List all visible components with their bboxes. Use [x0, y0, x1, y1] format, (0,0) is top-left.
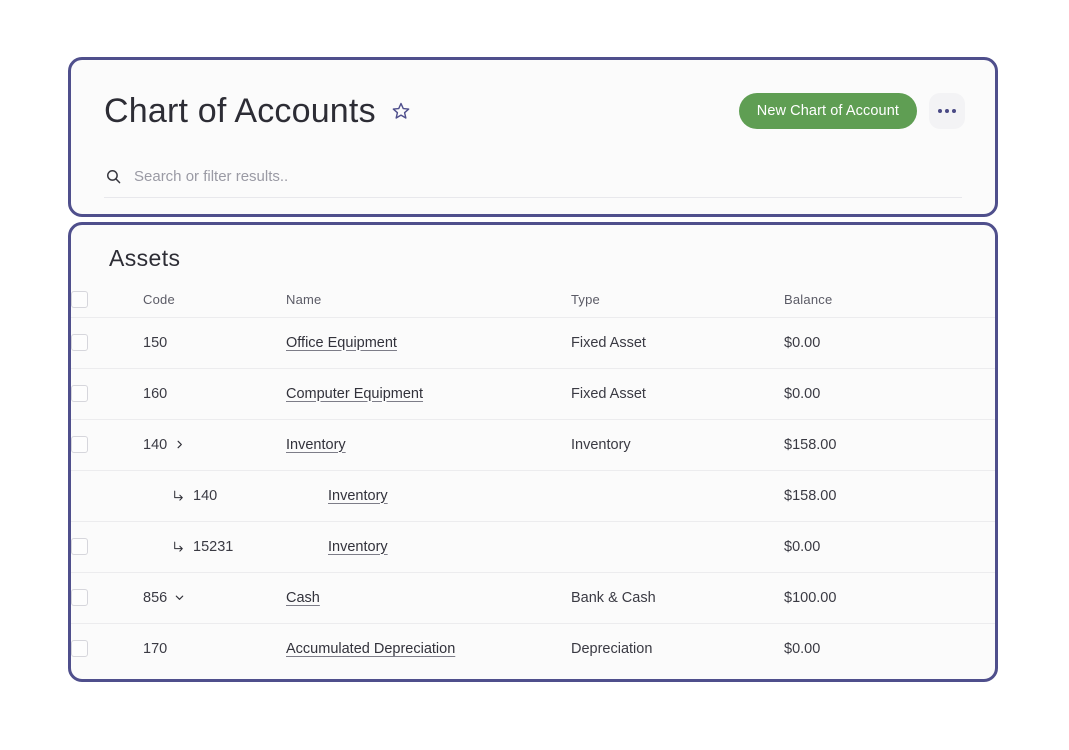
table-row[interactable]: 160 Computer Equipment Fixed Asset $0.00 — [71, 368, 995, 419]
code-value: 160 — [143, 385, 168, 402]
type-cell: Bank & Cash — [571, 589, 656, 606]
name-cell: Inventory — [286, 419, 571, 470]
table-row[interactable]: 150 Office Equipment Fixed Asset $0.00 — [71, 317, 995, 368]
code-value: 15231 — [193, 538, 234, 555]
select-all-checkbox[interactable] — [71, 291, 88, 309]
balance-cell: $158.00 — [784, 487, 837, 504]
select-all-cell — [71, 283, 143, 317]
row-checkbox[interactable] — [71, 640, 88, 658]
code-cell: 160 — [143, 368, 286, 419]
table-row[interactable]: 856 Cash Bank & Cash $100.00 — [71, 572, 995, 623]
code-value-wrap: 140 — [143, 488, 286, 504]
account-name-link[interactable]: Cash — [286, 590, 320, 606]
type-cell: Fixed Asset — [571, 385, 646, 402]
row-select-cell — [71, 368, 143, 419]
code-cell: 150 — [143, 317, 286, 368]
code-cell: 140 — [143, 470, 286, 521]
balance-cell: $0.00 — [784, 640, 821, 657]
search-input[interactable] — [134, 168, 962, 185]
subaccount-arrow-icon — [171, 540, 185, 554]
name-cell: Office Equipment — [286, 317, 571, 368]
code-value-wrap: 170 — [143, 641, 286, 657]
type-cell — [571, 470, 784, 521]
code-value-wrap: 15231 — [143, 539, 286, 555]
code-value-wrap: 150 — [143, 335, 286, 351]
more-dot — [945, 109, 949, 113]
account-name-link[interactable]: Inventory — [328, 488, 388, 504]
code-cell: 170 — [143, 623, 286, 674]
account-name-link[interactable]: Accumulated Depreciation — [286, 641, 455, 657]
code-cell: 856 — [143, 572, 286, 623]
name-cell: Computer Equipment — [286, 368, 571, 419]
more-dot — [938, 109, 942, 113]
section-title: Assets — [109, 245, 181, 271]
balance-cell: $0.00 — [784, 538, 821, 555]
chevron-down-icon[interactable] — [173, 591, 186, 604]
type-cell: Depreciation — [571, 640, 653, 657]
header-row: Chart of Accounts New Chart of Account — [71, 80, 995, 142]
account-name-link[interactable]: Office Equipment — [286, 335, 397, 351]
table-row[interactable]: 170 Accumulated Depreciation Depreciation $… — [71, 623, 995, 674]
table-body: 150 Office Equipment Fixed Asset $0.00 160 Co… — [71, 317, 995, 674]
row-checkbox[interactable] — [71, 589, 88, 606]
balance-cell: $0.00 — [784, 385, 821, 402]
code-value-wrap: 140 — [143, 437, 286, 453]
page-title: Chart of Accounts — [104, 92, 376, 130]
more-horizontal-icon[interactable] — [929, 93, 965, 129]
code-value: 856 — [143, 589, 168, 606]
name-cell: Accumulated Depreciation — [286, 623, 571, 674]
code-value: 140 — [193, 487, 218, 504]
header-panel: Chart of Accounts New Chart of Account — [68, 57, 998, 217]
code-value: 140 — [143, 436, 168, 453]
row-select-cell — [71, 419, 143, 470]
code-value: 170 — [143, 640, 168, 657]
table-header-row: Code Name Type Balance — [71, 283, 995, 317]
row-checkbox[interactable] — [71, 334, 88, 351]
row-select-cell — [71, 623, 143, 674]
row-select-cell — [71, 521, 143, 572]
name-cell: Inventory — [286, 470, 571, 521]
subaccount-arrow-icon — [171, 489, 185, 503]
table-row[interactable]: 140 Inventory $158.00 — [71, 470, 995, 521]
search-icon — [104, 168, 122, 186]
row-select-cell — [71, 317, 143, 368]
column-header-code[interactable]: Code — [143, 283, 286, 317]
app-root: Chart of Accounts New Chart of Account S… — [0, 0, 1069, 750]
code-value-wrap: 160 — [143, 386, 286, 402]
table-header: Code Name Type Balance — [71, 283, 995, 317]
accounts-panel: Assets Code Name Type Balance 150 Office … — [68, 222, 998, 682]
search-bar[interactable] — [104, 156, 962, 198]
name-cell: Cash — [286, 572, 571, 623]
balance-cell: $0.00 — [784, 334, 821, 351]
code-value: 150 — [143, 334, 168, 351]
row-checkbox[interactable] — [71, 538, 88, 555]
column-header-type[interactable]: Type — [571, 283, 784, 317]
type-cell: Fixed Asset — [571, 334, 646, 351]
accounts-table: Code Name Type Balance 150 Office Equipme… — [71, 283, 995, 674]
row-checkbox[interactable] — [71, 436, 88, 453]
type-cell — [571, 521, 784, 572]
table-row[interactable]: 140 Inventory Inventory $158.00 — [71, 419, 995, 470]
row-checkbox[interactable] — [71, 385, 88, 402]
more-dot — [952, 109, 956, 113]
chevron-right-icon[interactable] — [173, 438, 186, 451]
balance-cell: $158.00 — [784, 436, 837, 453]
code-value-wrap: 856 — [143, 590, 286, 606]
code-cell: 140 — [143, 419, 286, 470]
code-cell: 15231 — [143, 521, 286, 572]
row-select-cell — [71, 470, 143, 521]
account-name-link[interactable]: Inventory — [286, 437, 346, 453]
table-row[interactable]: 15231 Inventory $0.00 — [71, 521, 995, 572]
star-outline-icon[interactable] — [389, 99, 413, 123]
new-chart-of-account-button[interactable]: New Chart of Account — [738, 93, 917, 129]
name-cell: Inventory — [286, 521, 571, 572]
column-header-balance[interactable]: Balance — [784, 283, 995, 317]
balance-cell: $100.00 — [784, 589, 837, 606]
type-cell: Inventory — [571, 436, 631, 453]
row-select-cell — [71, 572, 143, 623]
account-name-link[interactable]: Computer Equipment — [286, 386, 423, 402]
account-name-link[interactable]: Inventory — [328, 539, 388, 555]
column-header-name[interactable]: Name — [286, 283, 571, 317]
